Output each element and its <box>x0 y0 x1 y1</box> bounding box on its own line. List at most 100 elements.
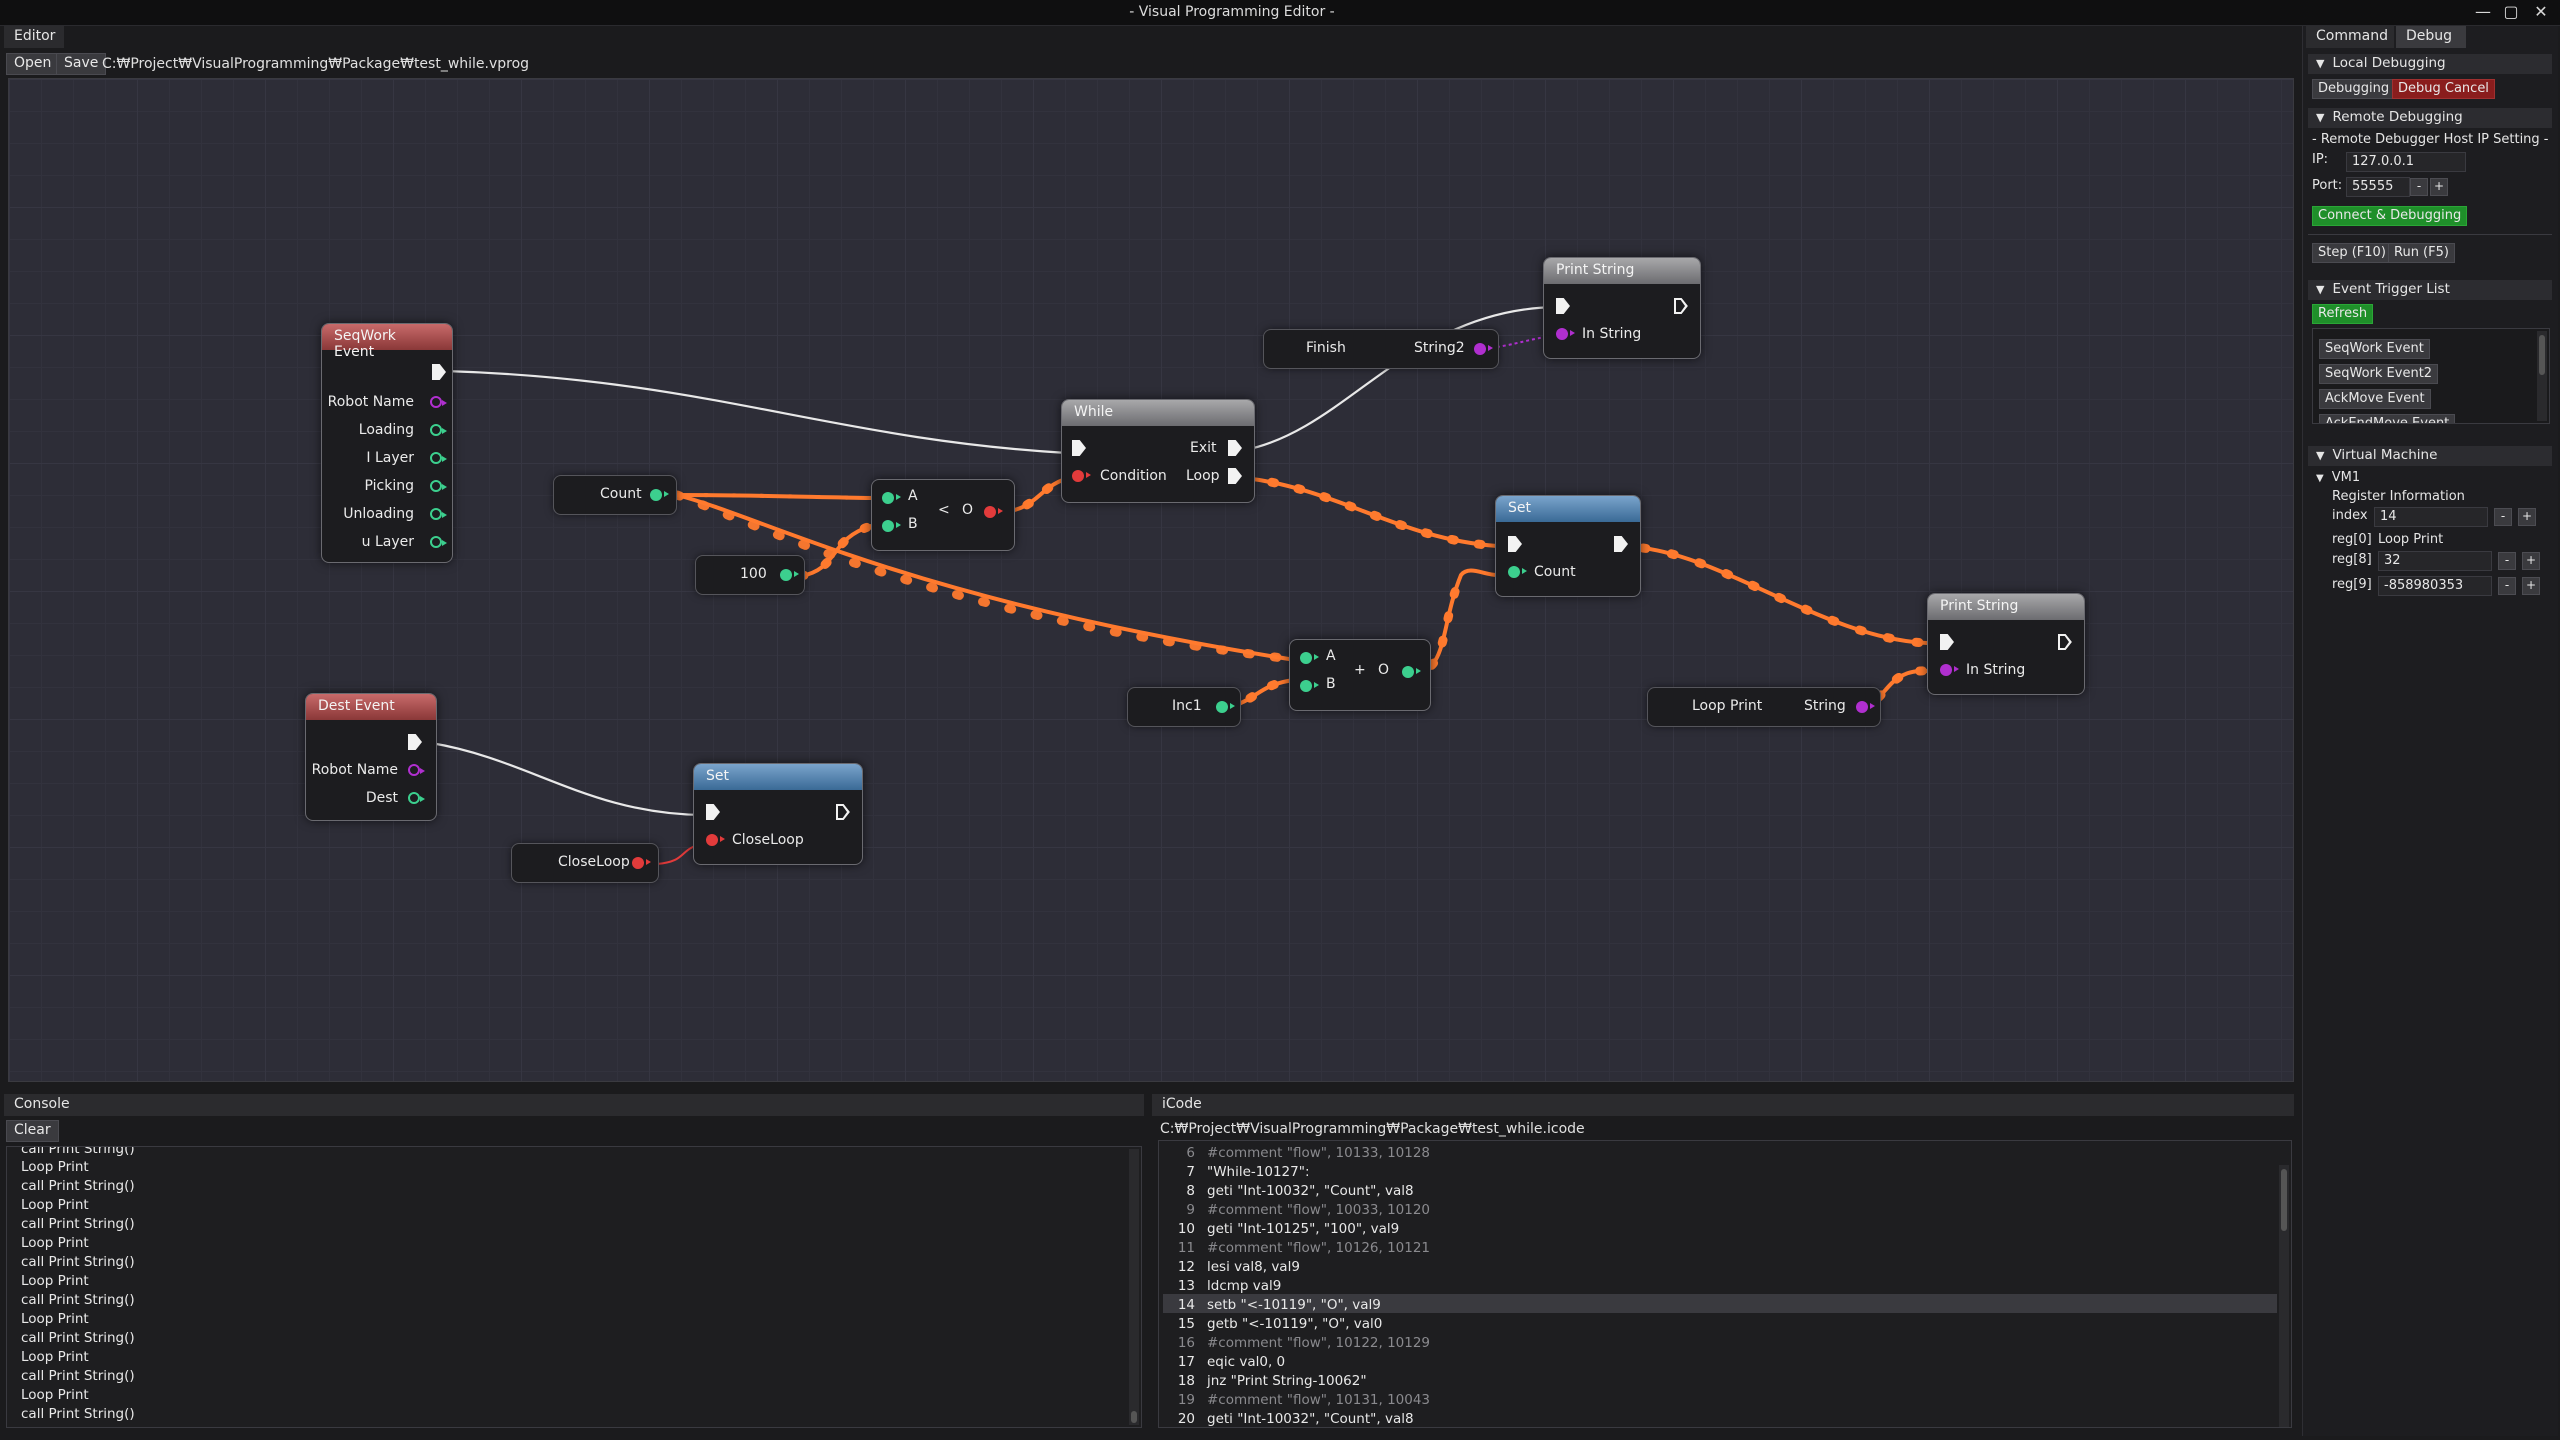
b-in-pin[interactable] <box>882 520 901 532</box>
count-in-pin[interactable] <box>1508 566 1527 578</box>
port-field[interactable]: 55555 <box>2346 177 2410 197</box>
exec-out-pin[interactable] <box>2058 634 2072 650</box>
loop-out-pin[interactable] <box>1228 468 1242 484</box>
node-graph-canvas[interactable]: SeqWork Event Robot Name Loading I Layer… <box>8 78 2294 1082</box>
reg9-increment-button[interactable]: + <box>2522 577 2540 595</box>
tab-editor[interactable]: Editor <box>4 26 64 48</box>
reg9-field[interactable]: -858980353 <box>2378 576 2492 596</box>
refresh-button[interactable]: Refresh <box>2312 304 2374 324</box>
event-item[interactable]: SeqWork Event2 <box>2319 364 2439 384</box>
exec-in-pin[interactable] <box>1508 536 1522 552</box>
add-node[interactable]: A B + O <box>1289 639 1431 711</box>
less-than-node[interactable]: A B < O <box>871 479 1015 551</box>
event-item[interactable]: AckMove Event <box>2319 389 2431 409</box>
while-node[interactable]: While Exit Condition Loop <box>1061 399 1255 503</box>
index-decrement-button[interactable]: - <box>2494 508 2512 526</box>
count-variable-node[interactable]: Count <box>553 475 677 515</box>
remote-debugging-header[interactable]: ▼ Remote Debugging <box>2308 108 2552 128</box>
exec-out-pin[interactable] <box>432 364 446 380</box>
vm1-tree-item[interactable]: ▼ VM1 <box>2316 470 2360 485</box>
reg8-field[interactable]: 32 <box>2378 551 2492 571</box>
i-layer-pin[interactable] <box>430 452 447 464</box>
connect-debugging-button[interactable]: Connect & Debugging <box>2312 206 2468 226</box>
o-out-pin[interactable] <box>984 506 1003 518</box>
string-out-pin[interactable] <box>1856 701 1875 713</box>
scroll-thumb[interactable] <box>1131 1411 1137 1423</box>
closeloop-in-pin[interactable] <box>706 834 725 846</box>
inc1-variable-node[interactable]: Inc1 <box>1127 687 1241 727</box>
reg8-increment-button[interactable]: + <box>2522 552 2540 570</box>
icode-scrollbar[interactable] <box>2279 1165 2289 1427</box>
save-button[interactable]: Save <box>56 53 107 75</box>
event-item[interactable]: SeqWork Event <box>2319 339 2430 359</box>
a-in-pin[interactable] <box>882 492 901 504</box>
loading-pin[interactable] <box>430 424 447 436</box>
set-closeloop-node[interactable]: Set CloseLoop <box>693 763 863 865</box>
print-string-node[interactable]: Print String In String <box>1543 257 1701 359</box>
scroll-thumb[interactable] <box>2281 1169 2287 1231</box>
exec-in-pin[interactable] <box>1940 634 1954 650</box>
in-string-pin[interactable] <box>1556 328 1575 340</box>
exec-out-pin[interactable] <box>1674 298 1688 314</box>
event-list-scrollbar[interactable] <box>2537 331 2547 421</box>
condition-in-pin[interactable] <box>1072 470 1091 482</box>
dest-pin[interactable] <box>408 792 425 804</box>
tab-command[interactable]: Command <box>2306 26 2394 48</box>
in-string-pin[interactable] <box>1940 664 1959 676</box>
debug-cancel-button[interactable]: Debug Cancel <box>2392 79 2495 99</box>
tab-console[interactable]: Console <box>4 1094 1144 1116</box>
exec-in-pin[interactable] <box>1072 440 1086 456</box>
port-increment-button[interactable]: + <box>2430 178 2448 196</box>
int-100-node[interactable]: 100 <box>695 555 805 595</box>
print-string-node[interactable]: Print String In String <box>1927 593 2085 695</box>
tab-debug[interactable]: Debug <box>2396 26 2466 48</box>
scroll-thumb[interactable] <box>2539 335 2545 375</box>
reg8-decrement-button[interactable]: - <box>2498 552 2516 570</box>
index-field[interactable]: 14 <box>2374 507 2488 527</box>
run-button[interactable]: Run (F5) <box>2388 243 2455 263</box>
o-out-pin[interactable] <box>1402 666 1421 678</box>
exec-out-pin[interactable] <box>1614 536 1628 552</box>
finish-string-node[interactable]: Finish String2 <box>1263 329 1499 369</box>
b-in-pin[interactable] <box>1300 680 1319 692</box>
dest-event-node[interactable]: Dest Event Robot Name Dest <box>305 693 437 821</box>
pin-label: Unloading <box>343 506 414 522</box>
count-out-pin[interactable] <box>650 489 669 501</box>
reg9-decrement-button[interactable]: - <box>2498 577 2516 595</box>
step-button[interactable]: Step (F10) <box>2312 243 2392 263</box>
event-item[interactable]: AckEndMove Event <box>2319 414 2456 423</box>
debugging-button[interactable]: Debugging <box>2312 79 2396 99</box>
closeloop-variable-node[interactable]: CloseLoop <box>511 843 659 883</box>
exec-out-pin[interactable] <box>408 734 422 750</box>
closeloop-out-pin[interactable] <box>632 857 651 869</box>
exec-in-pin[interactable] <box>706 804 720 820</box>
unloading-pin[interactable] <box>430 508 447 520</box>
robot-name-pin[interactable] <box>430 396 447 408</box>
exec-in-pin[interactable] <box>1556 298 1570 314</box>
picking-pin[interactable] <box>430 480 447 492</box>
u-layer-pin[interactable] <box>430 536 447 548</box>
seqwork-event-node[interactable]: SeqWork Event Robot Name Loading I Layer… <box>321 323 453 563</box>
int-out-pin[interactable] <box>780 569 799 581</box>
exit-out-pin[interactable] <box>1228 440 1242 456</box>
maximize-icon[interactable]: ▢ <box>2500 2 2522 22</box>
virtual-machine-header[interactable]: ▼ Virtual Machine <box>2308 446 2552 466</box>
exec-out-pin[interactable] <box>836 804 850 820</box>
open-button[interactable]: Open <box>6 53 60 75</box>
robot-name-pin[interactable] <box>408 764 425 776</box>
set-count-node[interactable]: Set Count <box>1495 495 1641 597</box>
console-scrollbar[interactable] <box>1129 1149 1139 1425</box>
tab-icode[interactable]: iCode <box>1152 1094 2294 1116</box>
a-in-pin[interactable] <box>1300 652 1319 664</box>
local-debugging-header[interactable]: ▼ Local Debugging <box>2308 54 2552 74</box>
minimize-icon[interactable]: — <box>2472 2 2494 22</box>
string2-out-pin[interactable] <box>1474 343 1493 355</box>
event-trigger-list-header[interactable]: ▼ Event Trigger List <box>2308 280 2552 300</box>
clear-button[interactable]: Clear <box>6 1120 59 1142</box>
inc1-out-pin[interactable] <box>1216 701 1235 713</box>
ip-field[interactable]: 127.0.0.1 <box>2346 152 2466 172</box>
port-decrement-button[interactable]: - <box>2410 178 2428 196</box>
index-increment-button[interactable]: + <box>2518 508 2536 526</box>
loop-print-string-node[interactable]: Loop Print String <box>1647 687 1881 727</box>
close-icon[interactable]: ✕ <box>2530 2 2552 22</box>
